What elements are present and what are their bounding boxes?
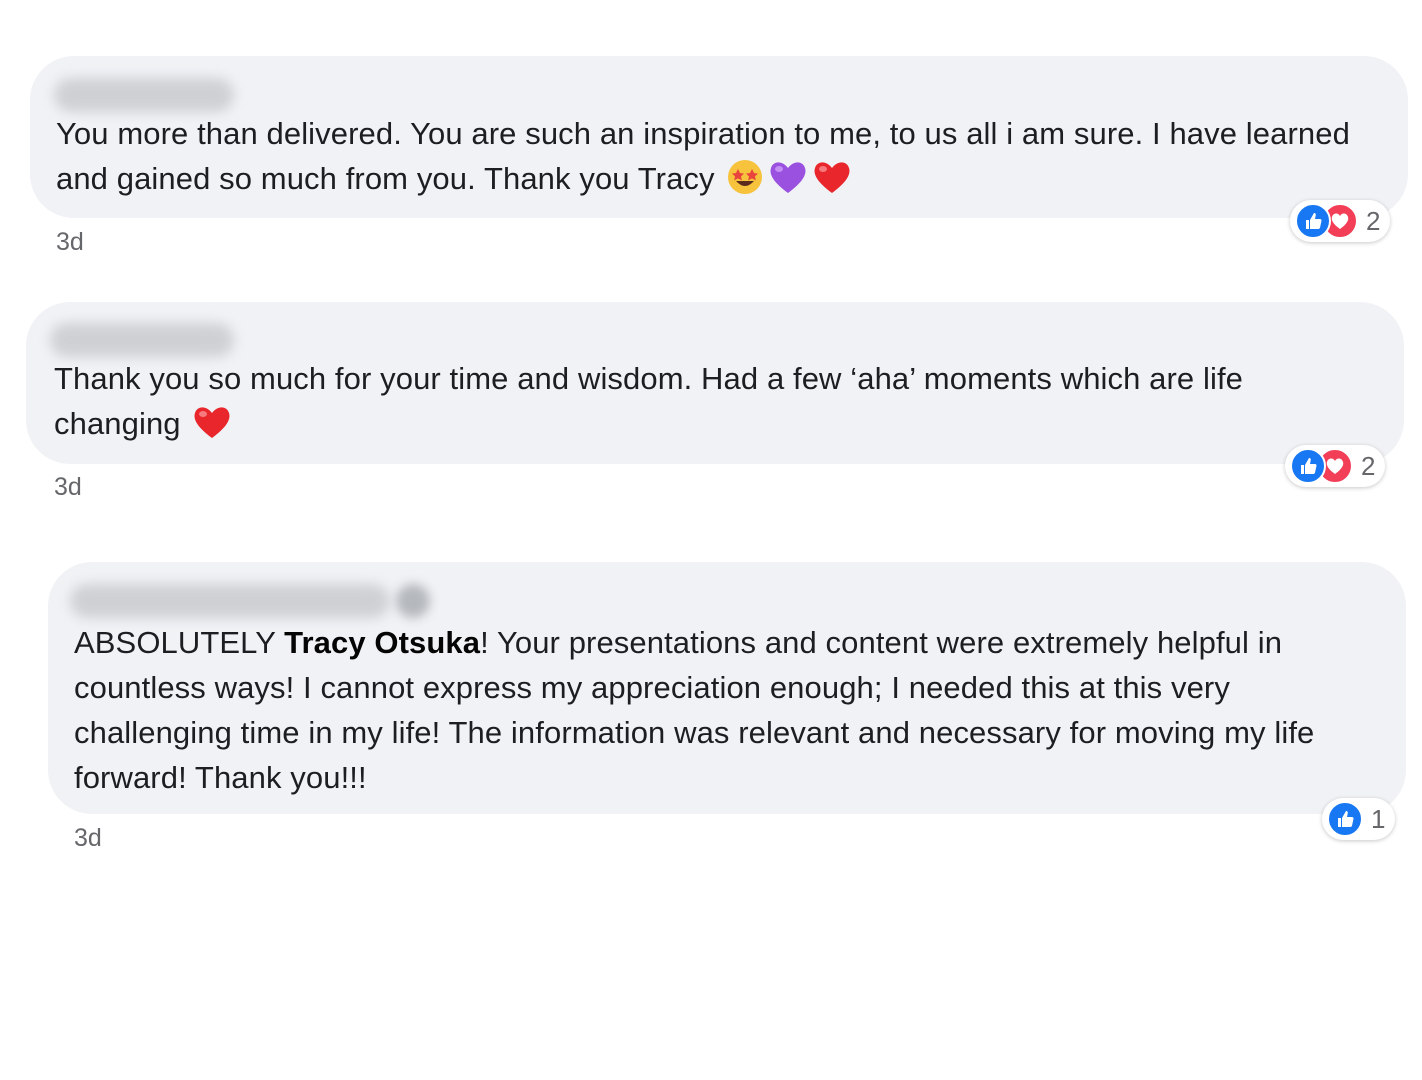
reaction-count: 2 (1366, 205, 1381, 236)
red-heart-emoji (811, 159, 853, 207)
comment-body-start: ABSOLUTELY (74, 625, 285, 660)
comment-body: You more than delivered. You are such an… (56, 116, 1350, 196)
like-icon (1295, 203, 1331, 239)
comment-timestamp[interactable]: 3d (74, 824, 102, 853)
comment-text: Thank you so much for your time and wisd… (54, 356, 1374, 452)
star-struck-emoji (725, 159, 765, 207)
author-name-redacted[interactable] (54, 78, 234, 112)
comment-timestamp[interactable]: 3d (56, 228, 84, 257)
reaction-summary[interactable]: 1 (1322, 798, 1396, 840)
author-name-redacted[interactable] (70, 584, 390, 618)
like-icon (1327, 801, 1363, 837)
reaction-summary[interactable]: 2 (1285, 445, 1386, 487)
comment-text: ABSOLUTELY Tracy Otsuka! Your presentati… (74, 620, 1374, 800)
reaction-count: 1 (1371, 803, 1386, 834)
comment-text: You more than delivered. You are such an… (56, 111, 1396, 207)
red-heart-emoji (191, 404, 233, 452)
reaction-summary[interactable]: 2 (1290, 200, 1391, 242)
comment-timestamp[interactable]: 3d (54, 473, 82, 502)
like-icon (1290, 448, 1326, 484)
author-badge-icon (396, 584, 430, 618)
author-name-redacted[interactable] (50, 323, 234, 357)
mention-link[interactable]: Tracy Otsuka (284, 625, 480, 660)
reaction-count: 2 (1361, 450, 1376, 481)
purple-heart-emoji (767, 159, 809, 207)
